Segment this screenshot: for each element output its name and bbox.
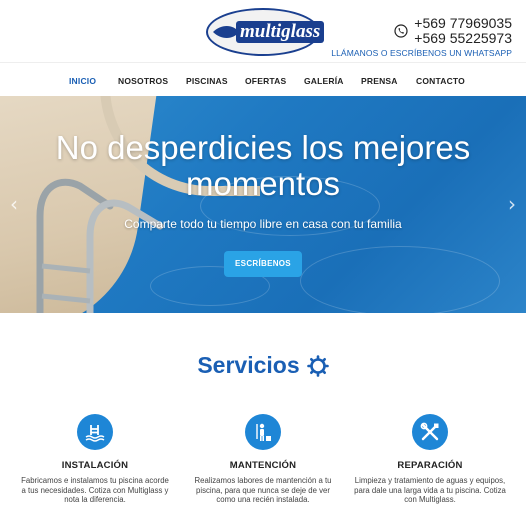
service-card-instalacion: INSTALACIÓN Fabricamos e instalamos tu p… — [15, 414, 175, 505]
service-description-line: nota la diferencia. — [64, 495, 126, 504]
nav-item-inicio[interactable]: INICIO — [69, 76, 96, 86]
service-description-line: Fabricamos e instalamos tu piscina acord… — [21, 476, 169, 485]
pool-ladder-icon — [85, 425, 105, 442]
service-description: Fabricamos e instalamos tu piscina acord… — [15, 476, 175, 505]
main-nav: INICIO NOSOTROS PISCINAS OFERTAS GALERÍA… — [0, 62, 526, 96]
service-icon-circle — [412, 414, 448, 450]
service-icon-circle — [245, 414, 281, 450]
nav-item-galeria[interactable]: GALERÍA — [304, 76, 344, 86]
hero-title: No desperdicies los mejores momentos — [0, 130, 526, 202]
phone-number-2[interactable]: +569 55225973 — [414, 31, 512, 46]
slider-prev-arrow[interactable]: ‹ — [10, 192, 18, 216]
tools-icon — [420, 422, 439, 441]
hero-subtitle: Comparte todo tu tiempo libre en casa co… — [124, 217, 402, 231]
service-description-line: Realizamos labores de mantención a tu — [194, 476, 332, 485]
whatsapp-cta-link[interactable]: LLÁMANOS O ESCRÍBENOS UN WHATSAPP — [331, 48, 512, 58]
phone-row: +569 77969035 +569 55225973 — [331, 16, 512, 46]
write-us-button[interactable]: ESCRÍBENOS — [224, 251, 302, 277]
contact-block: +569 77969035 +569 55225973 LLÁMANOS O E… — [331, 16, 512, 59]
gear-icon — [306, 354, 329, 377]
service-card-reparacion: REPARACIÓN Limpieza y tratamiento de agu… — [350, 414, 510, 505]
nav-item-nosotros[interactable]: NOSOTROS — [118, 76, 168, 86]
service-icon-circle — [77, 414, 113, 450]
nav-item-contacto[interactable]: CONTACTO — [416, 76, 465, 86]
hero-title-line-2: momentos — [185, 165, 341, 202]
service-title: REPARACIÓN — [397, 460, 463, 471]
slider-next-arrow[interactable]: › — [508, 192, 516, 216]
service-description-line: a tus necesidades. Cotiza con Multiglass… — [21, 485, 169, 495]
service-card-mantencion: MANTENCIÓN Realizamos labores de mantenc… — [183, 414, 343, 505]
services-heading: Servicios — [0, 352, 526, 379]
service-description-line: para dale una larga vida a tu piscina. C… — [354, 485, 506, 495]
nav-item-ofertas[interactable]: OFERTAS — [245, 76, 286, 86]
service-description-line: Limpieza y tratamiento de aguas y equipo… — [354, 476, 506, 485]
hero-slider: No desperdicies los mejores momentos Com… — [0, 96, 526, 313]
cleaning-person-icon — [256, 423, 271, 441]
multiglass-logo[interactable]: multiglass — [206, 8, 325, 56]
hero-title-line-1: No desperdicies los mejores — [55, 129, 471, 166]
service-description: Limpieza y tratamiento de aguas y equipo… — [350, 476, 510, 505]
service-description-line: con Multiglass. — [404, 495, 456, 504]
phone-number-1[interactable]: +569 77969035 — [414, 16, 512, 31]
site-header: multiglass +569 77969035 +569 55225973 L… — [0, 0, 526, 62]
whatsapp-icon — [394, 24, 408, 38]
services-title: Servicios — [197, 352, 300, 378]
service-title: INSTALACIÓN — [61, 460, 129, 471]
service-description-line: piscina, para que nunca se deje de ver — [196, 485, 330, 495]
nav-item-prensa[interactable]: PRENSA — [361, 76, 398, 86]
service-description-line: como una recién instalada. — [216, 495, 310, 504]
service-title: MANTENCIÓN — [229, 460, 297, 471]
nav-item-piscinas[interactable]: PISCINAS — [186, 76, 228, 86]
logo-text: multiglass — [236, 21, 325, 43]
service-description: Realizamos labores de mantención a tu pi… — [183, 476, 343, 505]
water-ripple — [300, 246, 500, 313]
